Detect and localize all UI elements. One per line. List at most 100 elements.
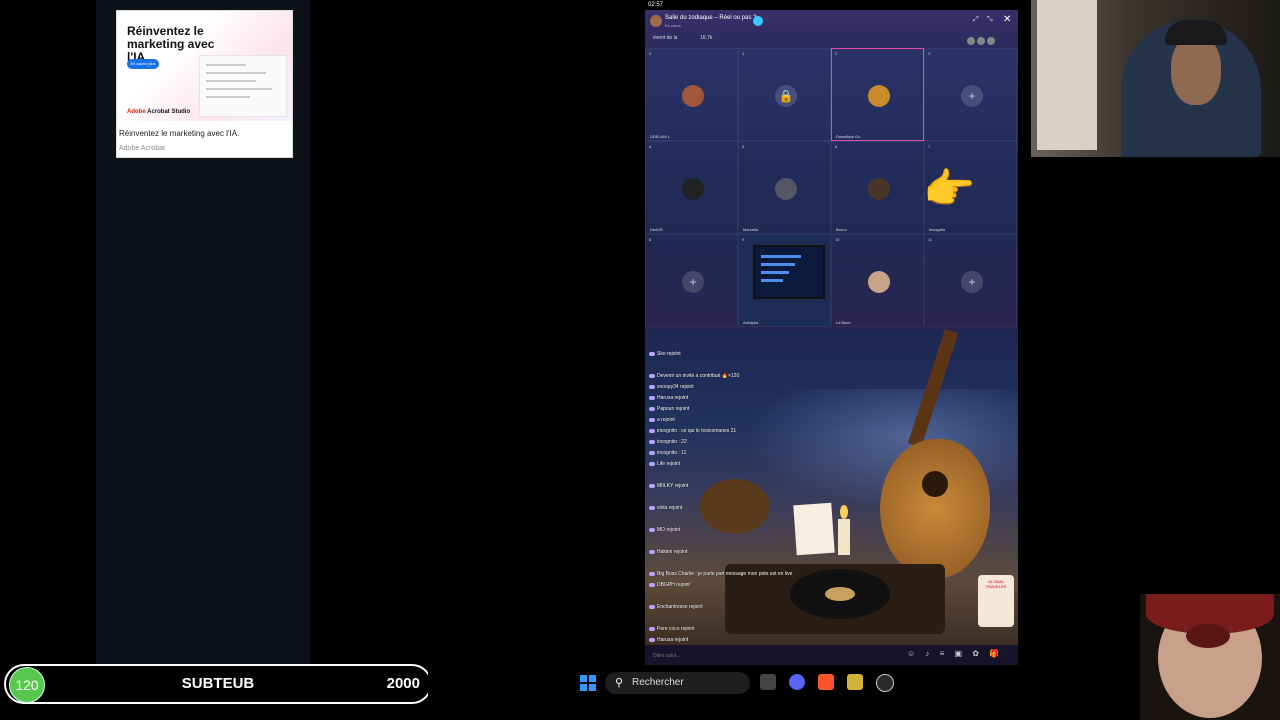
seat-name: Incognito	[929, 227, 946, 232]
lock-icon[interactable]: 🔒	[775, 85, 797, 107]
user-level-badge-icon	[649, 505, 655, 510]
minimize-icon[interactable]: ⤡	[987, 16, 993, 24]
search-label: Rechercher	[632, 677, 684, 688]
chat-message-text: Sko rejoint	[657, 351, 681, 357]
chat-message-text: Devenir un invité a contribué 🔥×120	[657, 373, 740, 379]
seat-avatar[interactable]	[682, 178, 704, 200]
seat-8[interactable]: 8 +	[645, 234, 738, 327]
seat-1[interactable]: 1 🔒	[738, 48, 831, 141]
subscriber-goal-bar: SUBTEUB 120 2000	[4, 664, 432, 704]
seat-9[interactable]: 9 ArtAlpha	[738, 234, 831, 327]
seat-6[interactable]: 6 Bruno	[831, 141, 924, 234]
chat-message-text: Papoun rejoint	[657, 406, 690, 412]
chat-message: Pere coco rejoint	[649, 624, 849, 635]
chat-message-text: incognito : ce qui le toxicomanes 21	[657, 428, 737, 434]
chat-message-text: Harusa rejoint	[657, 395, 689, 401]
chat-message	[649, 514, 849, 525]
file-explorer-icon[interactable]	[760, 674, 776, 690]
user-level-badge-icon	[649, 549, 655, 554]
seat-name: Bruno	[836, 227, 847, 232]
viewer-count: 16.7k	[700, 35, 713, 41]
seat-5[interactable]: 5 Marcello	[738, 141, 831, 234]
chat-message: a rejoint	[649, 415, 849, 426]
chat-message-text: snoopy34 rejoint	[657, 384, 694, 390]
user-level-badge-icon	[649, 483, 655, 488]
seat-10[interactable]: 10 La Bach	[831, 234, 924, 327]
viewer-avatars[interactable]	[967, 32, 1009, 45]
seat-7[interactable]: 7 👉 Incognito	[923, 141, 1017, 234]
gift-badge-text: GLOBAL TRAVELER	[985, 579, 1007, 589]
goal-current-count: 120	[9, 667, 45, 703]
follow-badge-icon[interactable]	[753, 16, 763, 26]
chat-message: Devenir un invité a contribué 🔥×120	[649, 371, 849, 382]
user-level-badge-icon	[649, 527, 655, 532]
seat-avatar[interactable]	[868, 85, 890, 107]
streamer-webcam	[1031, 0, 1280, 157]
windows-start-icon[interactable]	[580, 675, 596, 691]
app-stack-icon[interactable]	[847, 674, 863, 690]
ad-card[interactable]: Réinventez le marketing avec l'IA. En sa…	[116, 10, 293, 158]
ad-cta-button[interactable]: En savoir plus	[127, 59, 159, 69]
user-level-badge-icon	[649, 450, 655, 455]
user-level-badge-icon	[649, 428, 655, 433]
chat-input[interactable]	[651, 648, 895, 664]
status-bar: 02:57	[645, 0, 1018, 10]
add-seat-icon[interactable]: +	[682, 271, 704, 293]
ad-sponsor: Adobe Acrobat	[119, 145, 165, 152]
seat-avatar[interactable]	[775, 178, 797, 200]
chat-message-text: Big Boss Charlie : je parle part message…	[657, 571, 793, 577]
add-seat-icon[interactable]: +	[961, 85, 983, 107]
user-level-badge-icon	[649, 626, 655, 631]
seat-2[interactable]: 2 Dreadlock Gu	[831, 48, 924, 141]
close-icon[interactable]: ✕	[1003, 14, 1011, 25]
user-level-badge-icon	[649, 604, 655, 609]
room-avatar[interactable]	[650, 15, 662, 27]
ad-title: Réinventez le marketing avec l'IA.	[119, 129, 240, 138]
chat-message: Big Boss Charlie : je parle part message…	[649, 569, 849, 580]
seat-avatar[interactable]	[682, 85, 704, 107]
seat-name: ArtAlpha	[743, 320, 759, 325]
seat-0[interactable]: 0 UDELAM L	[645, 48, 738, 141]
windows-taskbar: ⚲ Rechercher	[428, 665, 1140, 701]
add-seat-icon[interactable]: +	[961, 271, 983, 293]
chat-list: Sko rejoint Devenir un invité a contribué…	[649, 349, 849, 645]
chat-message-text: Enchantresse rejoint	[657, 604, 703, 610]
brave-browser-icon[interactable]	[818, 674, 834, 690]
chat-message-text: incognito : 11	[657, 450, 687, 456]
user-level-badge-icon	[649, 571, 655, 576]
seat-avatar[interactable]	[868, 178, 890, 200]
seat-number: 0	[649, 51, 652, 56]
chat-message: snoopy34 rejoint	[649, 382, 849, 393]
user-level-badge-icon	[649, 439, 655, 444]
room-subtitle: En cours	[665, 23, 681, 28]
user-level-badge-icon	[649, 351, 655, 356]
seat-avatar[interactable]	[868, 271, 890, 293]
chat-message: Life rejoint	[649, 459, 849, 470]
user-level-badge-icon	[649, 406, 655, 411]
chat-message	[649, 360, 849, 371]
obs-icon[interactable]	[876, 674, 894, 692]
chat-message: Hakimi rejoint	[649, 547, 849, 558]
input-action-icons[interactable]: ☺ ♪ ≡ ▣ ✿ 🎁	[907, 649, 1003, 658]
chat-message: Harusa rejoint	[649, 393, 849, 404]
chat-message-text: Hakimi rejoint	[657, 549, 688, 555]
seat-name: Marcello	[743, 227, 759, 232]
seat-number: 2	[835, 51, 838, 56]
pointing-hand-icon: 👉	[923, 165, 976, 212]
seat-number: 11	[928, 237, 933, 242]
host-label[interactable]: évent de la	[653, 35, 677, 41]
chat-message	[649, 558, 849, 569]
chat-message: Enchantresse rejoint	[649, 602, 849, 613]
user-level-badge-icon	[649, 637, 655, 642]
seat-4[interactable]: 4 DeaVS	[645, 141, 738, 234]
background-guitar	[880, 439, 990, 579]
seat-3[interactable]: 3 +	[924, 48, 1017, 141]
seat-number: 8	[649, 237, 652, 242]
chat-message: incognito : 22	[649, 437, 849, 448]
seat-number: 6	[835, 144, 838, 149]
share-icon[interactable]: ⤢	[973, 16, 979, 24]
reaction-webcam	[1140, 594, 1280, 720]
discord-icon[interactable]	[789, 674, 805, 690]
taskbar-search-box[interactable]: ⚲ Rechercher	[605, 672, 750, 694]
seat-11[interactable]: 11 +	[924, 234, 1017, 327]
